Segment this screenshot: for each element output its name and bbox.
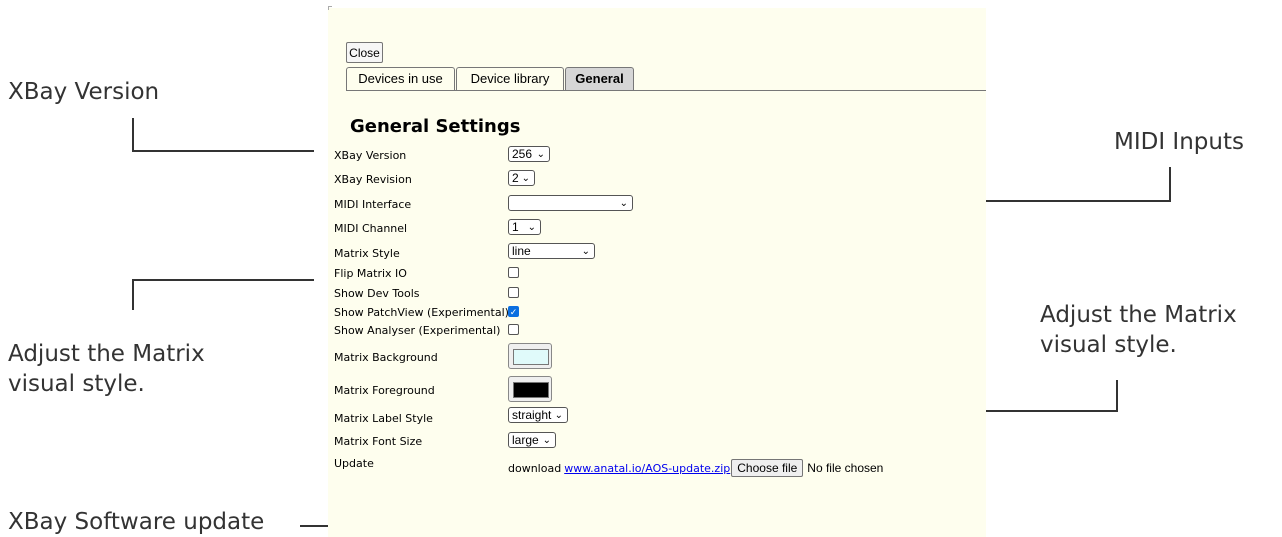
tab-devices-in-use[interactable]: Devices in use bbox=[346, 67, 455, 90]
matrix-background-color-picker[interactable] bbox=[508, 343, 552, 369]
xbay-revision-label: XBay Revision bbox=[334, 173, 412, 186]
color-swatch bbox=[513, 349, 549, 365]
matrix-style-select[interactable]: line ⌄ bbox=[508, 243, 595, 259]
update-label: Update bbox=[334, 457, 374, 470]
callout-matrix-style-left: Adjust the Matrix visual style. bbox=[8, 339, 205, 399]
xbay-revision-select[interactable]: 2 ⌄ bbox=[508, 170, 535, 186]
matrix-font-size-label: Matrix Font Size bbox=[334, 435, 423, 448]
chevron-down-icon: ⌄ bbox=[619, 198, 628, 209]
page-title: General Settings bbox=[350, 116, 521, 137]
matrix-style-label: Matrix Style bbox=[334, 247, 400, 260]
resize-mark bbox=[328, 6, 332, 10]
flip-matrix-io-checkbox[interactable] bbox=[508, 267, 519, 278]
connector-line bbox=[132, 150, 314, 152]
callout-line-1: Adjust the Matrix bbox=[1040, 302, 1237, 328]
connector-line bbox=[1116, 380, 1118, 412]
chevron-down-icon: ⌄ bbox=[542, 435, 551, 446]
file-status: No file chosen bbox=[807, 461, 884, 475]
connector-line bbox=[1169, 167, 1171, 202]
chevron-down-icon: ⌄ bbox=[554, 410, 563, 421]
midi-channel-value: 1 bbox=[512, 220, 519, 234]
close-button[interactable]: Close bbox=[346, 42, 383, 63]
matrix-style-value: line bbox=[512, 244, 531, 258]
matrix-foreground-color-picker[interactable] bbox=[508, 376, 552, 402]
midi-channel-label: MIDI Channel bbox=[334, 222, 408, 235]
xbay-version-label: XBay Version bbox=[334, 149, 407, 162]
callout-midi-inputs: MIDI Inputs bbox=[1114, 129, 1244, 155]
tab-general[interactable]: General bbox=[565, 67, 634, 90]
matrix-font-size-select[interactable]: large ⌄ bbox=[508, 432, 556, 448]
connector-line bbox=[132, 279, 314, 281]
callout-line-2: visual style. bbox=[8, 371, 145, 397]
update-row: download www.anatal.io/AOS-update.zip Ch… bbox=[508, 459, 883, 477]
show-dev-tools-label: Show Dev Tools bbox=[334, 287, 420, 300]
choose-file-button[interactable]: Choose file bbox=[731, 459, 804, 477]
show-dev-tools-checkbox[interactable] bbox=[508, 287, 519, 298]
matrix-label-style-value: straight bbox=[512, 408, 552, 422]
callout-line-2: visual style. bbox=[1040, 332, 1177, 358]
show-patchview-checkbox[interactable]: ✓ bbox=[508, 306, 519, 317]
xbay-revision-value: 2 bbox=[512, 171, 519, 185]
matrix-foreground-label: Matrix Foreground bbox=[334, 384, 435, 397]
chevron-down-icon: ⌄ bbox=[581, 246, 590, 257]
flip-matrix-io-label: Flip Matrix IO bbox=[334, 267, 407, 280]
chevron-down-icon: ⌄ bbox=[536, 149, 545, 160]
show-patchview-label: Show PatchView (Experimental) bbox=[334, 306, 509, 319]
tab-divider bbox=[346, 90, 986, 91]
tab-device-library[interactable]: Device library bbox=[456, 67, 564, 90]
matrix-font-size-value: large bbox=[512, 433, 539, 447]
matrix-background-label: Matrix Background bbox=[334, 351, 438, 364]
midi-interface-label: MIDI Interface bbox=[334, 198, 412, 211]
callout-line-1: Adjust the Matrix bbox=[8, 341, 205, 367]
matrix-label-style-select[interactable]: straight ⌄ bbox=[508, 407, 568, 423]
show-analyser-checkbox[interactable] bbox=[508, 324, 519, 335]
connector-line bbox=[132, 279, 134, 310]
xbay-version-value: 256 bbox=[512, 147, 533, 161]
chevron-down-icon: ⌄ bbox=[521, 173, 530, 184]
download-text: download bbox=[508, 461, 562, 475]
matrix-label-style-label: Matrix Label Style bbox=[334, 412, 433, 425]
show-analyser-label: Show Analyser (Experimental) bbox=[334, 324, 501, 337]
callout-software-update: XBay Software update bbox=[8, 509, 265, 535]
callout-matrix-style-right: Adjust the Matrix visual style. bbox=[1040, 300, 1237, 360]
midi-interface-select[interactable]: ⌄ bbox=[508, 195, 633, 211]
xbay-version-select[interactable]: 256 ⌄ bbox=[508, 146, 550, 162]
color-swatch bbox=[513, 382, 549, 398]
midi-channel-select[interactable]: 1 ⌄ bbox=[508, 219, 541, 235]
connector-line bbox=[132, 118, 134, 152]
callout-xbay-version: XBay Version bbox=[8, 79, 160, 105]
update-download-link[interactable]: www.anatal.io/AOS-update.zip bbox=[564, 462, 730, 475]
checkmark-icon: ✓ bbox=[509, 307, 518, 317]
chevron-down-icon: ⌄ bbox=[527, 222, 536, 233]
